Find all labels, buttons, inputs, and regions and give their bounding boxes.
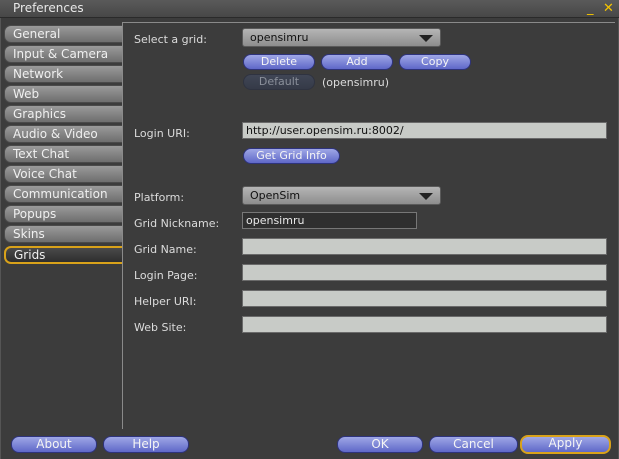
helper-uri-field[interactable] bbox=[242, 290, 607, 307]
tab-skins[interactable]: Skins bbox=[4, 225, 123, 243]
web-site-label: Web Site: bbox=[134, 321, 187, 334]
tab-popups[interactable]: Popups bbox=[4, 205, 123, 223]
close-icon[interactable]: ✕ bbox=[603, 0, 614, 18]
tab-network[interactable]: Network bbox=[4, 65, 123, 83]
about-button[interactable]: About bbox=[11, 436, 97, 453]
window-title: Preferences bbox=[13, 1, 84, 15]
default-button[interactable]: Default bbox=[243, 74, 315, 90]
platform-label: Platform: bbox=[134, 191, 185, 204]
tab-communication[interactable]: Communication bbox=[4, 185, 123, 203]
grid-name-label: Grid Name: bbox=[134, 243, 197, 256]
tab-general[interactable]: General bbox=[4, 25, 123, 43]
platform-value: OpenSim bbox=[250, 189, 301, 202]
helper-uri-label: Helper URI: bbox=[134, 295, 197, 308]
apply-button[interactable]: Apply bbox=[520, 435, 611, 454]
grid-nickname-label: Grid Nickname: bbox=[134, 217, 220, 230]
tab-audio-video[interactable]: Audio & Video bbox=[4, 125, 123, 143]
grid-name-field[interactable] bbox=[242, 238, 607, 255]
delete-button[interactable]: Delete bbox=[243, 54, 315, 70]
grid-select-dropdown[interactable]: opensimru bbox=[242, 28, 441, 47]
tab-grids[interactable]: Grids bbox=[4, 246, 123, 264]
tab-input-camera[interactable]: Input & Camera bbox=[4, 45, 123, 63]
chevron-down-icon bbox=[419, 193, 433, 200]
platform-dropdown[interactable]: OpenSim bbox=[242, 186, 441, 205]
tab-voice-chat[interactable]: Voice Chat bbox=[4, 165, 123, 183]
grid-nickname-field[interactable]: opensimru bbox=[242, 212, 417, 229]
tab-text-chat[interactable]: Text Chat bbox=[4, 145, 123, 163]
select-grid-label: Select a grid: bbox=[134, 33, 207, 46]
add-button[interactable]: Add bbox=[321, 54, 393, 70]
grid-select-value: opensimru bbox=[250, 31, 309, 44]
tab-web[interactable]: Web bbox=[4, 85, 123, 103]
chevron-down-icon bbox=[419, 35, 433, 42]
get-grid-info-button[interactable]: Get Grid Info bbox=[243, 148, 340, 164]
ok-button[interactable]: OK bbox=[337, 436, 423, 453]
cancel-button[interactable]: Cancel bbox=[429, 436, 518, 453]
minimize-icon[interactable]: _ bbox=[587, 0, 594, 18]
help-button[interactable]: Help bbox=[103, 436, 189, 453]
copy-button[interactable]: Copy bbox=[399, 54, 471, 70]
login-uri-label: Login URI: bbox=[134, 127, 190, 140]
tab-graphics[interactable]: Graphics bbox=[4, 105, 123, 123]
login-page-label: Login Page: bbox=[134, 269, 198, 282]
web-site-field[interactable] bbox=[242, 316, 607, 333]
title-bar[interactable]: Preferences _ ✕ bbox=[0, 0, 619, 18]
login-uri-field[interactable]: http://user.opensim.ru:8002/ bbox=[242, 122, 607, 139]
default-grid-value: (opensimru) bbox=[322, 76, 390, 89]
login-page-field[interactable] bbox=[242, 264, 607, 281]
